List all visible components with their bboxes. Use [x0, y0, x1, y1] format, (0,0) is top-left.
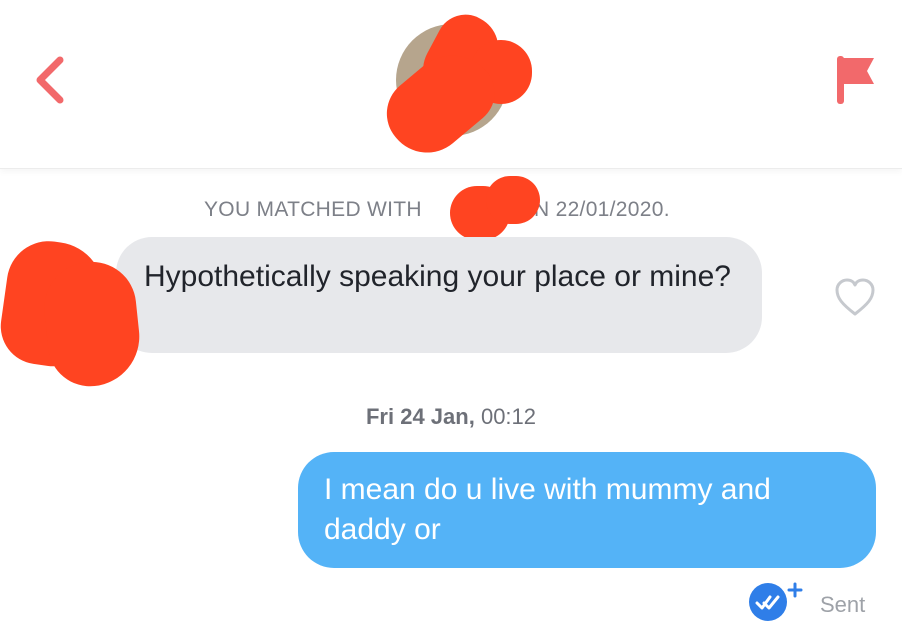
timestamp-time: 00:12	[480, 404, 537, 429]
outgoing-message-text: I mean do u live with mummy and daddy or	[324, 473, 771, 546]
message-timestamp: Fri 24 Jan, 00:12	[0, 404, 902, 430]
flag-icon[interactable]	[834, 54, 878, 106]
chevron-left-icon[interactable]	[30, 52, 70, 108]
match-banner-date: N 22/01/2020.	[534, 198, 670, 221]
message-status-label: Sent	[820, 592, 866, 617]
outgoing-message-bubble[interactable]: I mean do u live with mummy and daddy or	[298, 452, 876, 568]
timestamp-day: Fri 24 Jan,	[365, 404, 475, 429]
incoming-message-text: Hypothetically speaking your place or mi…	[144, 260, 731, 293]
match-banner-prefix: YOU MATCHED WITH	[204, 198, 422, 221]
incoming-message-bubble[interactable]: Hypothetically speaking your place or mi…	[116, 237, 762, 353]
redaction-mark	[486, 176, 540, 224]
double-check-plus-icon[interactable]	[748, 582, 804, 622]
heart-outline-icon[interactable]	[834, 278, 876, 318]
